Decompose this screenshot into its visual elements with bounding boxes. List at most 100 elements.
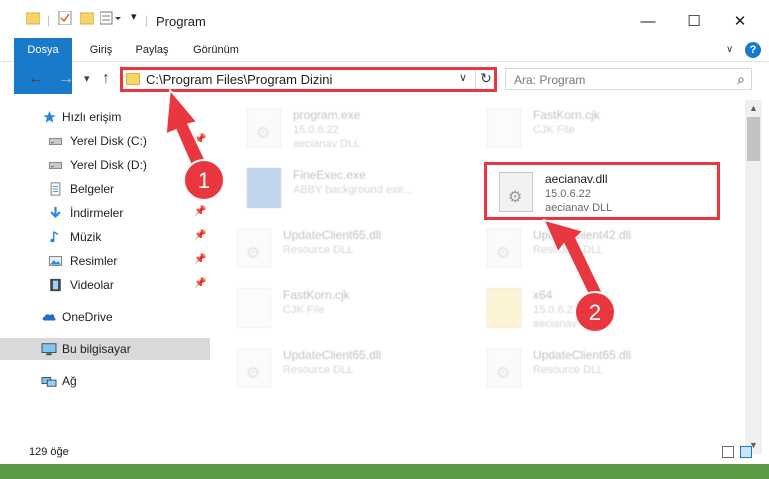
file-item[interactable]: ⚙ UpdateClient65.dll Resource DLL [227,342,467,398]
customize-toolbar-icon[interactable] [100,11,122,25]
file-name: UpdateClient65.dll [283,228,382,242]
dll-file-icon: ⚙ [237,348,271,388]
folder-icon [26,11,40,25]
title-bar: | ▾ | Program — ☐ ✕ [0,0,769,38]
close-button[interactable]: ✕ [717,6,763,36]
sidebar-item-quick-access[interactable]: Hızlı erişim [0,106,210,128]
documents-icon [50,182,61,196]
maximize-button[interactable]: ☐ [671,6,717,36]
details-view-button[interactable] [722,446,734,458]
sidebar-item-this-pc[interactable]: Bu bilgisayar [0,338,210,360]
file-type: Resource DLL [533,364,604,376]
file-description: aecianav DLL [293,138,361,150]
sidebar-item-label: Belgeler [70,182,115,196]
sidebar-item-onedrive[interactable]: OneDrive [0,306,210,328]
recent-locations-button[interactable]: ▾ [84,72,90,85]
help-button[interactable]: ? [745,42,761,58]
file-name: FastKorn.cjk [533,108,600,122]
separator: | [47,13,51,27]
sidebar-item-label: Ağ [62,374,77,388]
pin-icon[interactable]: 📌 [194,230,206,241]
file-name: UpdateClient42.dll [533,228,632,242]
quick-access-dropdown-icon[interactable]: ▾ [131,10,137,23]
search-icon: ⌕ [737,71,745,87]
file-name: program.exe [293,108,361,122]
sidebar-item-music[interactable]: Müzik 📌 [0,226,210,248]
file-item[interactable]: ⚙ UpdateClient42.dll Resource DLL [477,222,717,278]
sidebar-item-label: Hızlı erişim [62,110,122,124]
new-folder-icon[interactable] [80,11,94,25]
file-name: x64 [533,288,553,302]
up-button[interactable]: ↑ [102,70,110,88]
file-name: UpdateClient65.dll [533,348,632,362]
search-box[interactable]: Ara: Program ⌕ [505,68,752,90]
file-name: FastKorn.cjk [283,288,350,302]
navigation-pane: Hızlı erişim Yerel Disk (C:) 📌 Yerel Dis… [0,100,215,440]
file-item[interactable]: FineExec.exe ABBY background exe... [237,162,477,218]
pin-icon[interactable]: 📌 [194,254,206,265]
pin-icon[interactable]: 📌 [194,134,206,145]
file-type: Resource DLL [283,244,354,256]
file-item[interactable]: ⚙ UpdateClient65.dll Resource DLL [227,222,467,278]
tab-share[interactable]: Paylaş [128,38,176,62]
file-type: CJK File [533,124,575,136]
file-version: 15.0.6.22 [293,124,339,136]
pin-icon[interactable]: 📌 [194,182,206,193]
star-icon [43,110,56,123]
sidebar-item-drive-d[interactable]: Yerel Disk (D:) 📌 [0,154,210,176]
dll-file-icon: ⚙ [487,348,521,388]
drive-icon [48,161,63,169]
file-description: aecianav DLL [533,318,601,330]
file-type: Resource DLL [283,364,354,376]
scroll-up-button[interactable]: ▲ [745,100,762,117]
search-input[interactable]: Ara: Program [514,73,585,87]
file-item[interactable]: FastKorn.cjk CJK File [477,102,717,158]
tiles-view-button[interactable] [740,446,752,458]
minimize-button[interactable]: — [625,6,671,36]
file-icon [487,108,521,148]
status-bar: 129 öğe [0,440,769,464]
network-icon [41,377,57,387]
file-type: Resource DLL [533,244,604,256]
sidebar-item-label: Yerel Disk (D:) [70,158,147,172]
address-highlight-box [120,67,497,92]
file-description: ABBY background exe... [293,184,413,196]
computer-icon [41,343,57,356]
file-icon [237,288,271,328]
sidebar-item-documents[interactable]: Belgeler 📌 [0,178,210,200]
pin-icon[interactable]: 📌 [194,278,206,289]
back-button[interactable]: ← [28,70,44,88]
ribbon-tabs: Dosya Giriş Paylaş Görünüm ∨ ? [0,38,769,94]
file-item[interactable]: ⚙ program.exe 15.0.6.22 aecianav DLL [237,102,477,158]
exe-file-icon: ⚙ [247,108,281,148]
window-title: Program [156,14,206,29]
sidebar-item-drive-c[interactable]: Yerel Disk (C:) 📌 [0,130,210,152]
properties-icon[interactable] [58,11,72,25]
navigation-bar: ← → ▾ ↑ C:\Program Files\Program Dizini … [0,62,769,98]
sidebar-item-videos[interactable]: Videolar 📌 [0,274,210,296]
file-item[interactable]: ⚙ UpdateClient65.dll Resource DLL [477,342,717,398]
separator: | [145,13,149,27]
sidebar-item-label: OneDrive [62,310,113,324]
sidebar-item-downloads[interactable]: İndirmeler 📌 [0,202,210,224]
tab-view[interactable]: Görünüm [186,38,246,62]
sidebar-item-network[interactable]: Ağ [0,370,210,392]
vertical-scrollbar[interactable]: ▲ ▼ [745,100,762,454]
exe-file-icon [247,168,281,208]
scroll-thumb[interactable] [747,117,760,161]
tab-home[interactable]: Giriş [80,38,122,62]
sidebar-item-label: Bu bilgisayar [62,342,131,356]
file-item[interactable]: FastKorn.cjk CJK File [227,282,467,338]
sidebar-item-pictures[interactable]: Resimler 📌 [0,250,210,272]
expand-ribbon-icon[interactable]: ∨ [726,44,733,55]
sidebar-item-label: Yerel Disk (C:) [70,134,147,148]
file-item[interactable]: x64 15.0.6.22 aecianav DLL [477,282,717,338]
dll-file-icon: ⚙ [237,228,271,268]
drive-icon [48,137,63,145]
pin-icon[interactable]: 📌 [194,206,206,217]
item-count: 129 öğe [29,446,69,458]
forward-button[interactable]: → [58,70,74,88]
videos-icon [50,278,61,292]
desktop-background-strip [0,464,769,479]
pin-icon[interactable]: 📌 [194,158,206,169]
